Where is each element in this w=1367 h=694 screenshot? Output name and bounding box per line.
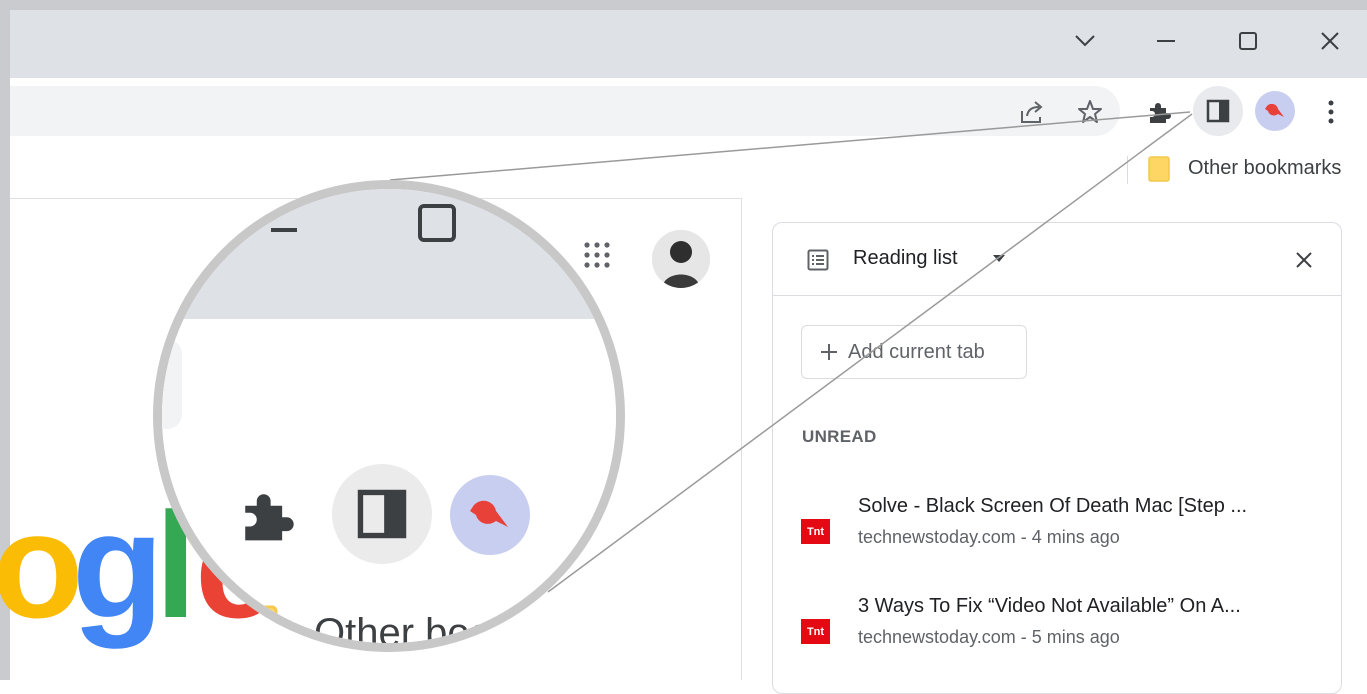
bookmarks-separator (1127, 156, 1128, 184)
magnified-side-panel-button (332, 464, 432, 564)
item-meta: technewstoday.com - 4 mins ago (858, 527, 1120, 547)
item-meta: technewstoday.com - 5 mins ago (858, 627, 1120, 647)
add-current-tab-label: Add current tab (848, 340, 985, 363)
magnified-extensions-icon (245, 494, 294, 541)
close-window-button[interactable] (1310, 24, 1350, 58)
extensions-icon (1150, 103, 1171, 123)
magnified-bird-icon (470, 500, 508, 527)
extensions-button[interactable] (1141, 94, 1177, 130)
side-panel-button[interactable] (1193, 86, 1243, 136)
profile-avatar[interactable] (1255, 91, 1295, 131)
panel-header: Reading list (773, 223, 1341, 296)
magnified-side-panel-icon (357, 489, 407, 539)
bookmark-star-button[interactable] (1072, 94, 1108, 130)
unread-section-label: UNREAD (802, 427, 877, 446)
magnified-maximize-icon (418, 204, 456, 242)
share-icon (1021, 101, 1043, 123)
star-icon (1078, 100, 1102, 123)
maximize-button[interactable] (1228, 24, 1268, 58)
logo-letter-g: g (72, 481, 164, 649)
item-title: Solve - Black Screen Of Death Mac [Step … (858, 495, 1248, 517)
magnified-menu-icon (603, 488, 613, 536)
close-icon (1321, 32, 1339, 50)
reading-list-icon (807, 249, 829, 271)
account-avatar[interactable] (652, 230, 710, 288)
close-panel-icon[interactable] (1295, 251, 1313, 269)
site-favicon-icon: Tnt (801, 519, 830, 544)
magnified-minimize-icon (271, 228, 297, 232)
bird-icon (1265, 103, 1284, 117)
magnified-toolbar: Other bookmar (162, 319, 616, 643)
magnified-profile-avatar (450, 475, 530, 555)
toolbar (10, 78, 1367, 142)
chevron-down-icon (1075, 35, 1095, 47)
content-divider (741, 198, 742, 680)
minimize-button[interactable] (1146, 24, 1186, 58)
menu-icon (1328, 100, 1334, 124)
site-favicon-icon: Tnt (801, 619, 830, 644)
dropdown-arrow-icon[interactable] (993, 255, 1005, 263)
minimize-icon (1157, 40, 1175, 42)
reading-list-item[interactable]: Tnt 3 Ways To Fix “Video Not Available” … (801, 595, 1321, 659)
folder-icon (1148, 156, 1170, 182)
item-title: 3 Ways To Fix “Video Not Available” On A… (858, 595, 1241, 617)
title-bar (10, 10, 1367, 78)
address-bar[interactable] (10, 86, 1120, 136)
reading-list-item[interactable]: Tnt Solve - Black Screen Of Death Mac [S… (801, 495, 1321, 559)
plus-icon (821, 344, 837, 360)
panel-title[interactable]: Reading list (853, 247, 958, 270)
reading-list-panel: Reading list Add current tab UNREAD Tnt … (772, 222, 1342, 694)
share-button[interactable] (1015, 94, 1051, 130)
magnifier-callout: Other bookmar (153, 180, 625, 652)
other-bookmarks-label[interactable]: Other bookmarks (1188, 157, 1341, 180)
side-panel-icon (1206, 99, 1230, 123)
maximize-icon (1239, 32, 1257, 50)
add-current-tab-button[interactable]: Add current tab (801, 325, 1027, 379)
tab-search-button[interactable] (1065, 24, 1105, 58)
bookmarks-bar: Other bookmarks (10, 142, 1367, 192)
magnified-title-bar (162, 189, 616, 319)
person-photo-icon (652, 230, 710, 288)
menu-button[interactable] (1316, 94, 1346, 130)
